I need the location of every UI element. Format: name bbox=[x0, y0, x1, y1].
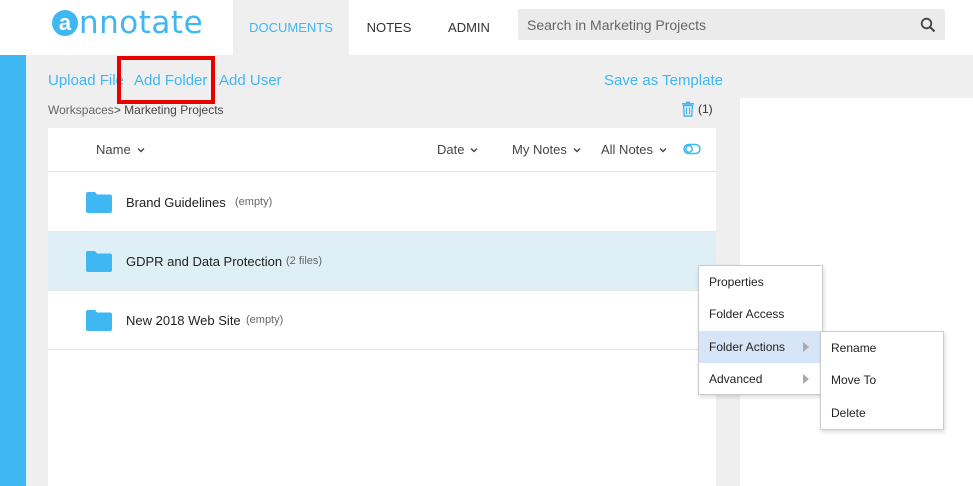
chevron-down-icon bbox=[659, 147, 667, 152]
menu-item-label: Delete bbox=[831, 406, 866, 420]
save-as-template-link[interactable]: Save as Template bbox=[604, 72, 723, 89]
top-nav: DOCUMENTS NOTES ADMIN bbox=[233, 0, 509, 55]
trash-count: (1) bbox=[698, 102, 713, 116]
column-date-label: Date bbox=[437, 142, 465, 157]
breadcrumb-separator: > bbox=[113, 103, 121, 117]
column-name-label: Name bbox=[96, 142, 131, 157]
column-all-notes-sort[interactable]: All Notes bbox=[601, 142, 667, 157]
column-all-notes-label: All Notes bbox=[601, 142, 654, 157]
submenu-arrow-icon bbox=[803, 374, 809, 384]
upload-file-link[interactable]: Upload File bbox=[48, 72, 124, 89]
chevron-down-icon bbox=[470, 147, 478, 152]
folder-name[interactable]: New 2018 Web Site bbox=[126, 313, 241, 328]
folder-row[interactable]: GDPR and Data Protection (2 files) bbox=[48, 232, 716, 291]
menu-item-label: Advanced bbox=[709, 372, 763, 386]
menu-item-properties[interactable]: Properties bbox=[699, 266, 822, 298]
chevron-down-icon bbox=[137, 147, 145, 152]
add-user-link[interactable]: Add User bbox=[219, 72, 282, 89]
toggle-view-icon[interactable] bbox=[683, 142, 701, 156]
folder-row[interactable]: Brand Guidelines (empty) bbox=[48, 173, 716, 232]
trash-button[interactable]: (1) bbox=[681, 101, 713, 117]
folder-actions-submenu: Rename Move To Delete bbox=[820, 331, 944, 430]
menu-item-label: Rename bbox=[831, 341, 877, 355]
menu-item-folder-access[interactable]: Folder Access bbox=[699, 298, 822, 330]
menu-item-label: Folder Actions bbox=[709, 340, 786, 354]
tab-notes[interactable]: NOTES bbox=[349, 0, 429, 55]
chevron-down-icon bbox=[573, 147, 581, 152]
column-name-sort[interactable]: Name bbox=[96, 142, 145, 157]
submenu-item-move-to[interactable]: Move To bbox=[821, 364, 943, 396]
left-sidebar-strip[interactable] bbox=[0, 55, 26, 486]
menu-item-label: Move To bbox=[831, 373, 877, 387]
folder-count: (2 files) bbox=[286, 255, 323, 267]
search-bar bbox=[518, 9, 945, 40]
top-header: a nnotate DOCUMENTS NOTES ADMIN bbox=[0, 0, 973, 55]
folder-icon bbox=[86, 251, 112, 272]
documents-panel: Name Date My Notes All Notes Brand Guide… bbox=[48, 128, 716, 486]
tab-documents[interactable]: DOCUMENTS bbox=[233, 0, 349, 55]
folder-icon bbox=[86, 310, 112, 331]
trash-icon bbox=[682, 101, 694, 117]
folder-row[interactable]: New 2018 Web Site (empty) bbox=[48, 291, 716, 350]
context-menu: Properties Folder Access Folder Actions … bbox=[698, 265, 823, 395]
add-folder-link[interactable]: Add Folder bbox=[134, 72, 207, 89]
logo-letter: a bbox=[52, 10, 78, 36]
table-header: Name Date My Notes All Notes bbox=[48, 128, 716, 172]
submenu-item-rename[interactable]: Rename bbox=[821, 332, 943, 364]
logo-text: nnotate bbox=[79, 5, 204, 41]
column-my-notes-sort[interactable]: My Notes bbox=[512, 142, 581, 157]
column-my-notes-label: My Notes bbox=[512, 142, 567, 157]
menu-item-label: Properties bbox=[709, 275, 764, 289]
menu-item-label: Folder Access bbox=[709, 307, 785, 321]
submenu-arrow-icon bbox=[803, 342, 809, 352]
folder-count: (empty) bbox=[235, 196, 273, 208]
annotate-logo[interactable]: a nnotate bbox=[52, 5, 204, 41]
menu-item-folder-actions[interactable]: Folder Actions bbox=[699, 331, 822, 363]
menu-item-advanced[interactable]: Advanced bbox=[699, 363, 822, 395]
tab-admin[interactable]: ADMIN bbox=[429, 0, 509, 55]
submenu-item-delete[interactable]: Delete bbox=[821, 397, 943, 429]
breadcrumb-current: Marketing Projects bbox=[124, 103, 224, 117]
breadcrumb-workspaces[interactable]: Workspaces bbox=[48, 103, 114, 117]
search-icon[interactable] bbox=[920, 17, 936, 33]
search-input[interactable] bbox=[527, 16, 920, 33]
folder-name[interactable]: GDPR and Data Protection bbox=[126, 254, 282, 269]
folder-count: (empty) bbox=[246, 314, 284, 326]
column-date-sort[interactable]: Date bbox=[437, 142, 478, 157]
folder-icon bbox=[86, 192, 112, 213]
folder-name[interactable]: Brand Guidelines bbox=[126, 195, 226, 210]
breadcrumb: Workspaces> Marketing Projects bbox=[48, 103, 224, 117]
